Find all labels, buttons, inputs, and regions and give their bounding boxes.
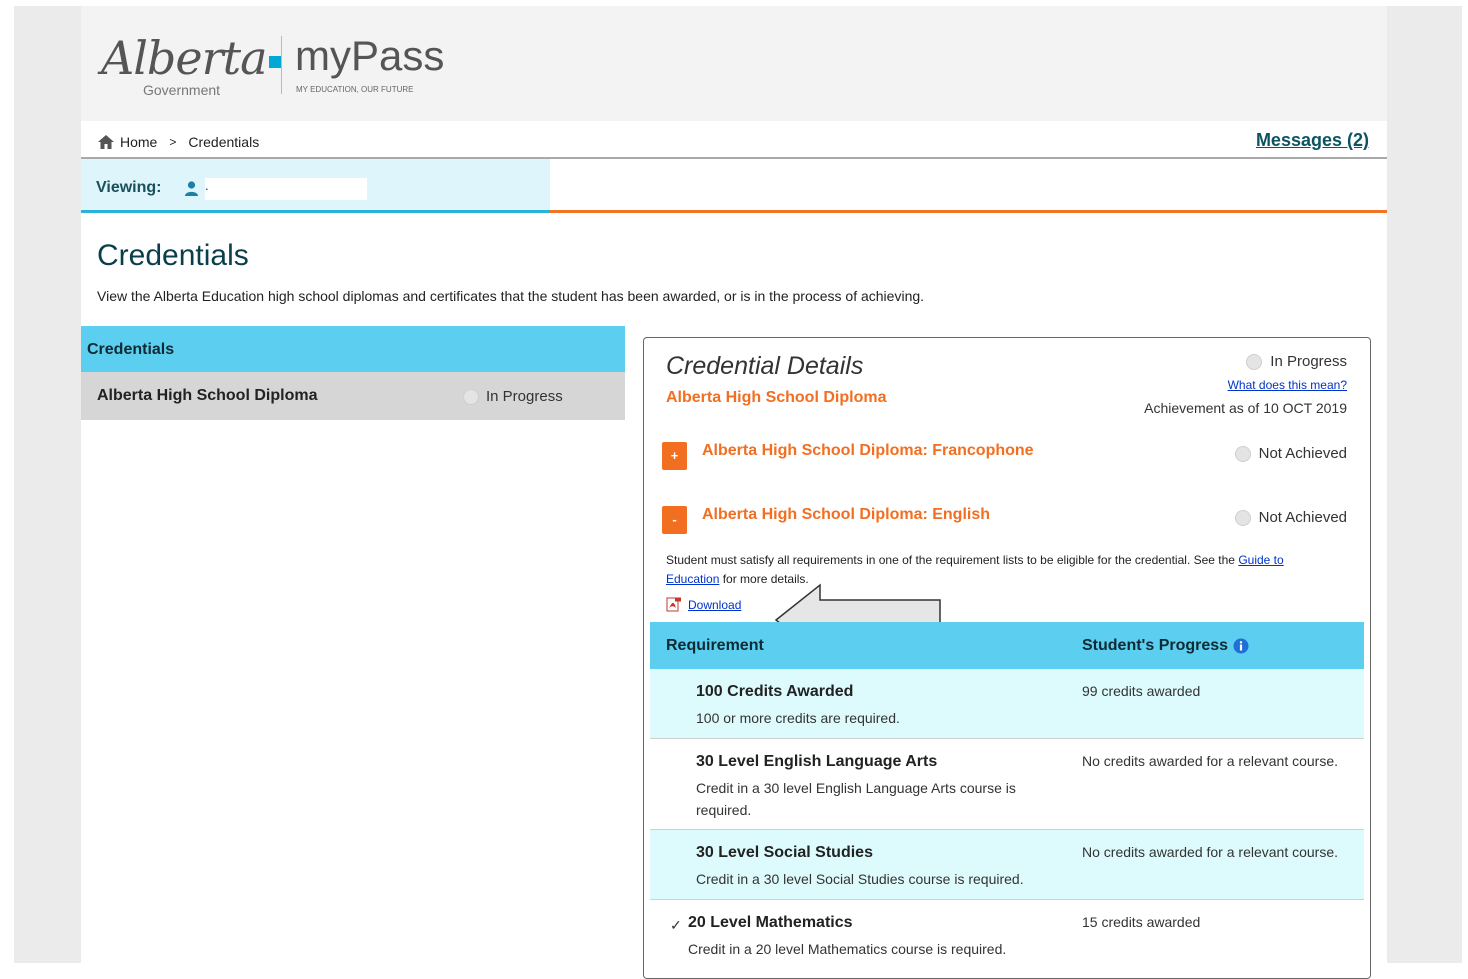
row-description: Credit in a 30 level Social Studies cour… <box>696 871 1024 887</box>
credential-list-item-label: Alberta High School Diploma <box>97 387 318 404</box>
row-title: 100 Credits Awarded <box>696 683 854 700</box>
achievement-date: Achievement as of 10 OCT 2019 <box>1144 400 1347 416</box>
row-description: 100 or more credits are required. <box>696 710 900 726</box>
requirement-column-header: Requirement <box>666 637 764 654</box>
credential-status-text: In Progress <box>1270 353 1347 370</box>
person-icon <box>185 181 198 196</box>
viewing-label: Viewing: <box>96 179 162 196</box>
table-row: ✓ 20 Level Mathematics Credit in a 20 le… <box>650 900 1364 969</box>
row-progress: 15 credits awarded <box>1082 914 1201 930</box>
alberta-logo-square <box>268 56 281 68</box>
orange-divider <box>550 210 1387 213</box>
mypass-logo[interactable]: myPass <box>295 32 444 80</box>
logo-divider <box>281 36 282 94</box>
credential-list-item-status: In Progress <box>463 388 563 405</box>
credentials-list-header: Credentials <box>81 326 625 372</box>
radio-icon <box>463 388 479 405</box>
requirements-note-prefix: Student must satisfy all requirements in… <box>666 553 1239 567</box>
page-description: View the Alberta Education high school d… <box>97 288 925 304</box>
government-label: Government <box>143 82 221 98</box>
credential-status: In Progress <box>1246 353 1347 370</box>
table-row: 100 Credits Awarded 100 or more credits … <box>650 669 1364 739</box>
row-progress: 99 credits awarded <box>1082 683 1201 699</box>
requirements-table-header: Requirement Student's Progress <box>650 622 1364 669</box>
requirements-note: Student must satisfy all requirements in… <box>666 551 1326 589</box>
row-progress: No credits awarded for a relevant course… <box>1082 844 1339 860</box>
credential-list-item-status-text: In Progress <box>486 388 563 405</box>
page-title: Credentials <box>97 239 249 272</box>
breadcrumb-separator: > <box>169 135 177 149</box>
viewing-student-name[interactable]: . <box>205 178 367 200</box>
credential-details-subtitle: Alberta High School Diploma <box>666 389 887 406</box>
row-check: ✓ <box>670 917 682 933</box>
page: Alberta Government myPass MY EDUCATION, … <box>81 6 1387 979</box>
francophone-diploma-status: Not Achieved <box>1234 445 1347 462</box>
breadcrumb: Home > Credentials <box>98 134 259 150</box>
alberta-logo-text: Alberta <box>101 31 267 85</box>
francophone-diploma-status-text: Not Achieved <box>1258 445 1347 462</box>
table-row: 30 Level Social Studies Credit in a 30 l… <box>650 830 1364 900</box>
home-icon <box>98 135 114 149</box>
radio-icon <box>1234 509 1251 526</box>
progress-column-header: Student's Progress <box>1082 637 1249 655</box>
english-diploma-status-text: Not Achieved <box>1258 509 1347 526</box>
breadcrumb-home[interactable]: Home <box>120 134 157 150</box>
download-row: Download <box>666 597 741 612</box>
viewing-underline <box>81 210 550 213</box>
viewing-bar: Viewing: . <box>81 159 550 210</box>
row-title: 20 Level Mathematics <box>688 914 853 931</box>
radio-icon <box>1246 353 1263 370</box>
credential-details-panel: Credential Details Alberta High School D… <box>643 337 1371 979</box>
row-title: 30 Level Social Studies <box>696 844 873 861</box>
english-diploma-status: Not Achieved <box>1234 509 1347 526</box>
radio-icon <box>1234 445 1251 462</box>
progress-column-header-text: Student's Progress <box>1082 637 1229 654</box>
messages-link[interactable]: Messages (2) <box>1256 130 1369 151</box>
breadcrumb-current: Credentials <box>188 134 260 150</box>
breadcrumb-bar: Home > Credentials Messages (2) <box>81 121 1387 159</box>
francophone-diploma-label[interactable]: Alberta High School Diploma: Francophone <box>702 442 1034 460</box>
row-description: Credit in a 30 level English Language Ar… <box>696 780 1016 818</box>
credential-details-title: Credential Details <box>666 352 864 380</box>
pdf-icon <box>666 597 681 612</box>
site-header: Alberta Government myPass MY EDUCATION, … <box>81 6 1387 121</box>
row-progress: No credits awarded for a relevant course… <box>1082 753 1339 769</box>
what-does-this-mean-link[interactable]: What does this mean? <box>1228 378 1347 392</box>
row-title: 30 Level English Language Arts <box>696 753 938 770</box>
row-description: Credit in a 20 level Mathematics course … <box>688 941 1007 957</box>
credential-list-item[interactable]: Alberta High School Diploma In Progress <box>81 372 625 420</box>
download-link[interactable]: Download <box>688 598 741 612</box>
expand-francophone-button[interactable]: + <box>662 442 687 470</box>
table-row: 30 Level English Language Arts Credit in… <box>650 739 1364 830</box>
info-icon[interactable] <box>1233 638 1249 654</box>
credentials-list-heading: Credentials <box>87 341 175 358</box>
alberta-logo[interactable]: Alberta <box>101 31 281 85</box>
english-diploma-label[interactable]: Alberta High School Diploma: English <box>702 506 990 524</box>
mypass-tagline: MY EDUCATION, OUR FUTURE <box>296 85 414 94</box>
collapse-english-button[interactable]: - <box>662 506 687 534</box>
